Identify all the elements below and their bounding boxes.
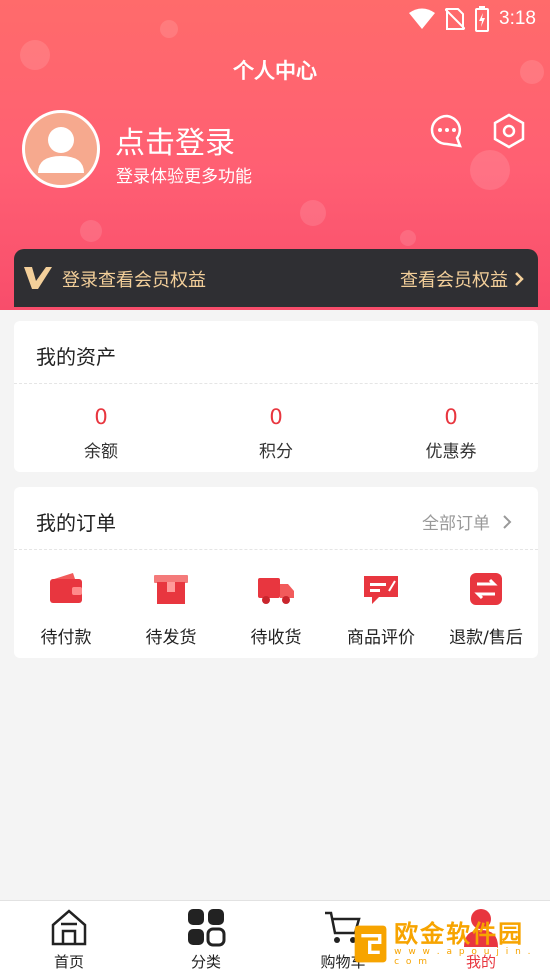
order-pending-receipt[interactable]: 待收货 <box>224 569 328 648</box>
status-time: 3:18 <box>499 8 536 29</box>
tab-home[interactable]: 首页 <box>14 907 124 972</box>
exchange-icon <box>470 573 502 605</box>
order-review[interactable]: 商品评价 <box>329 569 433 648</box>
watermark-logo-icon <box>354 925 387 963</box>
tab-category-label: 分类 <box>190 953 221 971</box>
divider <box>14 383 538 384</box>
order-pending-receipt-label: 待收货 <box>250 628 302 648</box>
order-pending-shipment-label: 待发货 <box>145 628 197 648</box>
asset-points-value: 0 <box>269 405 283 429</box>
view-vip-benefits-label: 查看会员权益 <box>400 270 508 291</box>
truck-icon <box>258 578 294 604</box>
asset-coupons-value: 0 <box>444 405 458 429</box>
assets-card: 我的资产 0 余额 0 积分 0 优惠券 <box>14 321 538 472</box>
avatar[interactable] <box>22 110 100 188</box>
order-review-label: 商品评价 <box>347 628 415 648</box>
vip-banner[interactable]: 登录查看会员权益 查看会员权益 <box>14 249 538 307</box>
watermark-sub: w w w . a p o u j i n . c o m <box>394 947 533 967</box>
package-icon <box>154 575 188 604</box>
wifi-icon <box>409 8 436 29</box>
asset-coupons[interactable]: 0 优惠券 <box>364 405 538 462</box>
chevron-right-icon <box>503 514 512 529</box>
login-title[interactable]: 点击登录 <box>115 118 235 162</box>
asset-coupons-label: 优惠券 <box>425 442 477 462</box>
order-pending-shipment[interactable]: 待发货 <box>119 569 223 648</box>
login-subtitle: 登录体验更多功能 <box>116 167 252 187</box>
settings-icon[interactable] <box>491 113 527 149</box>
order-refund[interactable]: 退款/售后 <box>434 569 538 648</box>
page-title: 个人中心 <box>233 59 317 83</box>
no-sim-icon <box>445 8 466 30</box>
profile-header: 3:18 个人中心 点击登录 登录体验更多功能 登录查看会员权益 查看会员权益 <box>0 0 550 310</box>
view-vip-benefits-link[interactable]: 查看会员权益 <box>400 266 524 292</box>
asset-points-label: 积分 <box>259 442 293 462</box>
vip-logo-icon <box>24 267 52 289</box>
order-pending-payment-label: 待付款 <box>40 628 92 648</box>
comment-icon <box>364 576 398 604</box>
user-avatar-icon <box>38 127 84 173</box>
orders-card: 我的订单 全部订单 待付款 待发货 待收货 商品评价 退款/售后 <box>14 487 538 658</box>
tab-home-label: 首页 <box>53 953 84 971</box>
tab-category[interactable]: 分类 <box>151 907 261 972</box>
all-orders-link[interactable]: 全部订单 <box>422 509 512 534</box>
orders-title: 我的订单 <box>36 511 116 535</box>
wallet-icon <box>50 573 82 603</box>
vip-login-text: 登录查看会员权益 <box>62 270 206 291</box>
watermark: 欧金软件园 w w w . a p o u j i n . c o m <box>353 918 543 970</box>
asset-balance[interactable]: 0 余额 <box>14 405 188 462</box>
home-icon <box>51 909 87 946</box>
all-orders-label: 全部订单 <box>422 514 490 534</box>
watermark-text: 欧金软件园 <box>394 920 525 948</box>
battery-charging-icon <box>475 6 490 32</box>
asset-balance-value: 0 <box>94 405 108 429</box>
asset-points[interactable]: 0 积分 <box>189 405 363 462</box>
divider <box>14 549 538 550</box>
chevron-right-icon <box>515 272 524 286</box>
order-pending-payment[interactable]: 待付款 <box>14 569 118 648</box>
status-bar: 3:18 <box>0 0 550 40</box>
message-icon[interactable] <box>429 113 465 149</box>
grid-icon <box>188 909 226 947</box>
assets-title: 我的资产 <box>36 345 116 369</box>
order-refund-label: 退款/售后 <box>449 628 523 648</box>
asset-balance-label: 余额 <box>84 442 118 462</box>
